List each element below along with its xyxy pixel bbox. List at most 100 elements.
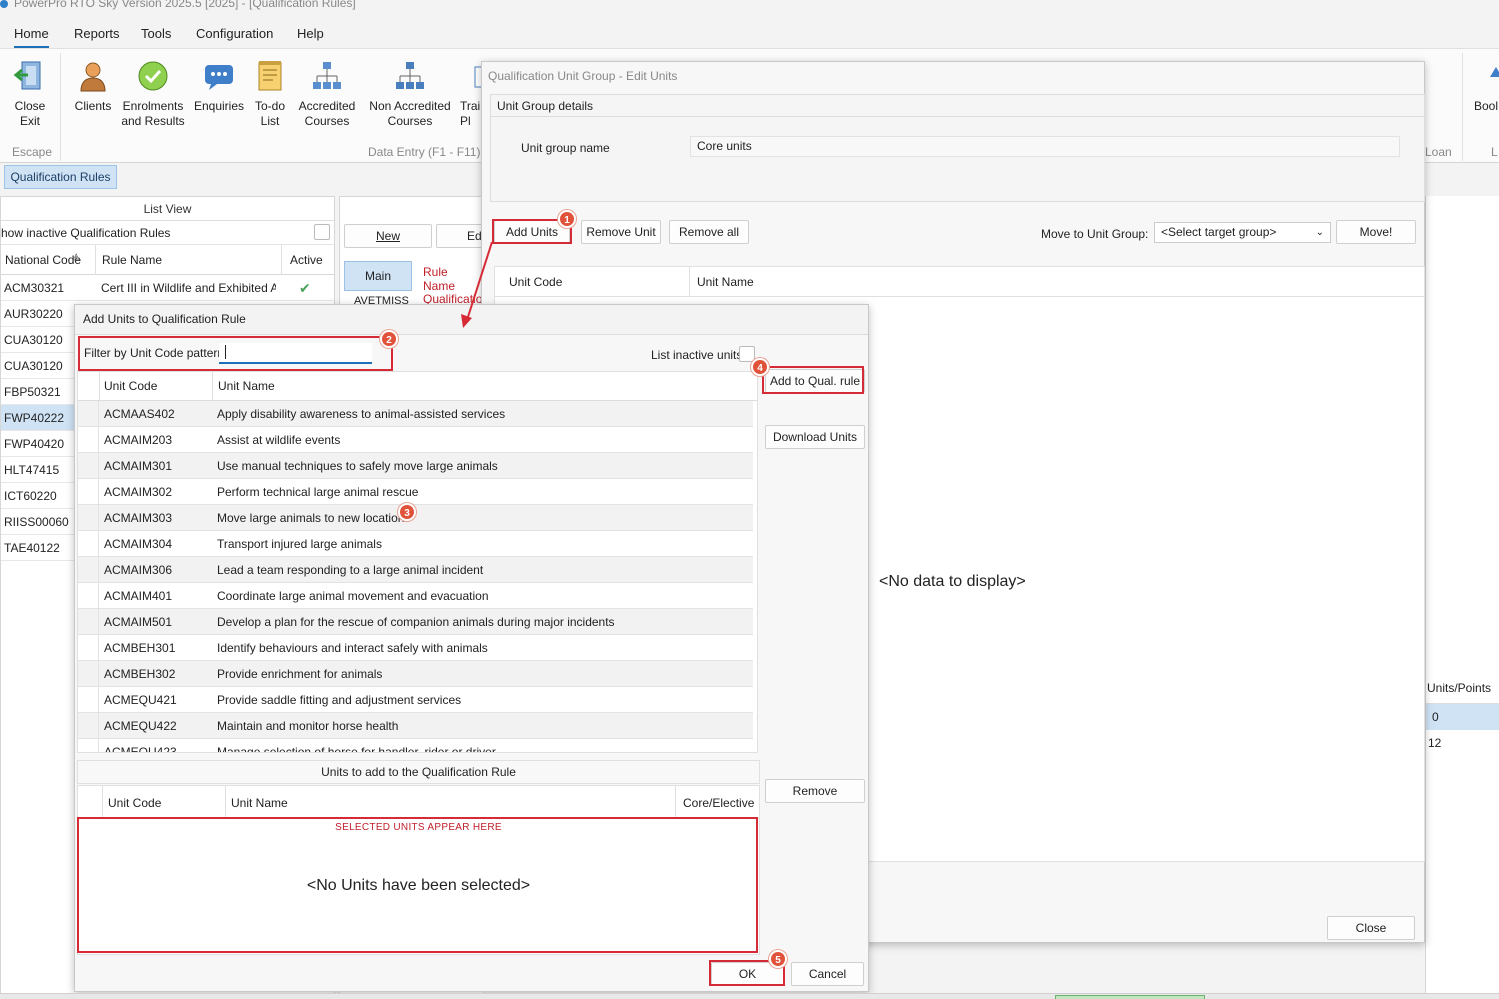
unit-row[interactable]: ACMEQU422 Maintain and monitor horse heal… — [78, 713, 753, 739]
row-selector[interactable] — [78, 479, 99, 505]
unit-name-cell: Transport injured large animals — [217, 537, 382, 551]
non-accredited-courses-button[interactable]: Non Accredited Courses — [366, 59, 454, 129]
remove-unit-button[interactable]: Remove Unit — [581, 220, 661, 244]
selected-units-grid: Unit Code Unit Name Core/Elective SELECT… — [77, 785, 760, 955]
selected-units-hint: SELECTED UNITS APPEAR HERE — [335, 822, 502, 833]
row-selector[interactable] — [78, 635, 99, 661]
rule-name-cell: Cert III in Wildlife and Exhibited Anir — [101, 281, 276, 295]
step-badge: 5 — [769, 950, 787, 968]
close-exit-button[interactable]: Close Exit — [8, 59, 52, 129]
unit-row[interactable]: ACMAIM203 Assist at wildlife events — [78, 427, 753, 453]
units-points-row[interactable]: 0 — [1426, 704, 1499, 730]
filter-label: Filter by Unit Code pattern — [84, 346, 225, 360]
clients-button[interactable]: Clients — [72, 59, 114, 114]
sel-col-core-elective[interactable]: Core/Elective — [683, 796, 754, 810]
show-inactive-checkbox[interactable] — [314, 224, 330, 240]
add-to-qual-rule-button[interactable]: Add to Qual. rule — [765, 369, 865, 393]
show-inactive-label: how inactive Qualification Rules — [1, 226, 171, 240]
menu-bar: Home Reports Tools Configuration Help — [0, 20, 1499, 48]
sel-col-unit-code[interactable]: Unit Code — [108, 796, 161, 810]
unit-row[interactable]: ACMBEH302 Provide enrichment for animals — [78, 661, 753, 687]
col-unit-code[interactable]: Unit Code — [104, 379, 157, 393]
row-selector[interactable] — [78, 557, 99, 583]
todo-list-button[interactable]: To-do List — [252, 59, 288, 129]
col-unit-name[interactable]: Unit Name — [218, 379, 275, 393]
row-selector[interactable] — [78, 505, 99, 531]
check-icon: ✔ — [299, 280, 311, 296]
col-unit-code[interactable]: Unit Code — [509, 275, 562, 289]
check-circle-icon — [136, 59, 170, 93]
list-view-title: List View — [1, 197, 334, 221]
unit-name-cell: Lead a team responding to a large animal… — [217, 563, 484, 577]
sel-col-unit-name[interactable]: Unit Name — [231, 796, 288, 810]
ribbon-group-right: L — [1491, 145, 1498, 159]
unit-group-name-field[interactable]: Core units — [690, 136, 1400, 157]
row-selector[interactable] — [78, 687, 99, 713]
show-inactive-row: how inactive Qualification Rules — [1, 223, 334, 245]
list-grid-header: National Code ≜ Rule Name Active — [1, 245, 334, 275]
unit-code-cell: ACMBEH302 — [104, 667, 176, 681]
target-group-select[interactable]: <Select target group> ⌄ — [1154, 222, 1331, 243]
row-selector[interactable] — [78, 609, 99, 635]
col-rule-name[interactable]: Rule Name — [102, 253, 162, 267]
row-selector[interactable] — [78, 583, 99, 609]
row-selector[interactable] — [78, 739, 99, 752]
col-unit-name[interactable]: Unit Name — [697, 275, 754, 289]
unit-group-details: Unit Group details Unit group name Core … — [490, 94, 1425, 202]
list-row[interactable]: ACM30321 Cert III in Wildlife and Exhibit… — [1, 275, 334, 301]
enquiries-button[interactable]: Enquiries — [192, 59, 246, 114]
unit-code-cell: ACMAIM302 — [104, 485, 173, 499]
new-button[interactable]: New — [344, 224, 432, 248]
unit-row[interactable]: ACMBEH301 Identify behaviours and interac… — [78, 635, 753, 661]
col-active[interactable]: Active — [290, 253, 323, 267]
enrolments-button[interactable]: Enrolments and Results — [120, 59, 186, 129]
unit-row[interactable]: ACMEQU423 Manage selection of horse for h… — [78, 739, 753, 752]
close-button[interactable]: Close — [1327, 916, 1415, 940]
tab-main[interactable]: Main — [344, 261, 412, 291]
unit-code-cell: ACMAIM303 — [104, 511, 173, 525]
unit-row[interactable]: ACMAIM302 Perform technical large animal … — [78, 479, 753, 505]
row-selector[interactable] — [78, 453, 99, 479]
menu-home[interactable]: Home — [14, 26, 49, 48]
download-units-button[interactable]: Download Units — [765, 425, 865, 449]
training-plans-button[interactable]: Trai Pl — [460, 59, 482, 129]
unit-row[interactable]: ACMAIM306 Lead a team responding to a lar… — [78, 557, 753, 583]
filter-input[interactable] — [219, 343, 372, 364]
row-selector[interactable] — [78, 531, 99, 557]
remove-all-button[interactable]: Remove all — [669, 220, 749, 244]
row-selector[interactable] — [78, 713, 99, 739]
row-selector[interactable] — [78, 427, 99, 453]
national-code-cell: ACM30321 — [4, 281, 65, 295]
step-badge: 2 — [380, 330, 398, 348]
cancel-button[interactable]: Cancel — [791, 962, 864, 986]
bookings-button[interactable]: Bool — [1474, 59, 1499, 114]
list-inactive-checkbox[interactable] — [739, 346, 755, 362]
row-selector[interactable] — [78, 401, 99, 427]
remove-selected-button[interactable]: Remove — [765, 779, 865, 803]
units-points-row[interactable]: 12 — [1426, 730, 1499, 756]
unit-code-cell: ACMAIM306 — [104, 563, 173, 577]
accredited-courses-button[interactable]: Accredited Courses — [294, 59, 360, 129]
row-selector[interactable] — [78, 661, 99, 687]
menu-configuration[interactable]: Configuration — [196, 26, 273, 41]
unit-group-dialog-title: Qualification Unit Group - Edit Units — [488, 69, 678, 83]
unit-code-cell: ACMAAS402 — [104, 407, 175, 421]
menu-reports[interactable]: Reports — [74, 26, 120, 41]
menu-tools[interactable]: Tools — [141, 26, 171, 41]
unit-row[interactable]: ACMAIM401 Coordinate large animal movemen… — [78, 583, 753, 609]
available-units-grid: Unit Code Unit Name ACMAAS402 Apply disab… — [77, 371, 758, 753]
unit-row[interactable]: ACMAAS402 Apply disability awareness to a… — [78, 401, 753, 427]
menu-help[interactable]: Help — [297, 26, 324, 41]
unit-row[interactable]: ACMEQU421 Provide saddle fitting and adju… — [78, 687, 753, 713]
unit-row[interactable]: ACMAIM501 Develop a plan for the rescue o… — [78, 609, 753, 635]
unit-row[interactable]: ACMAIM304 Transport injured large animals — [78, 531, 753, 557]
move-button[interactable]: Move! — [1336, 220, 1416, 244]
tab-qualification-rules[interactable]: Qualification Rules — [4, 165, 117, 189]
unit-row[interactable]: ACMAIM301 Use manual techniques to safely… — [78, 453, 753, 479]
app-icon — [0, 0, 8, 8]
unit-name-cell: Maintain and monitor horse health — [217, 719, 399, 733]
annotation-arrow — [461, 241, 493, 328]
col-national-code[interactable]: National Code — [5, 253, 81, 267]
unit-name-cell: Provide enrichment for animals — [217, 667, 383, 681]
unit-code-cell: ACMAIM203 — [104, 433, 173, 447]
